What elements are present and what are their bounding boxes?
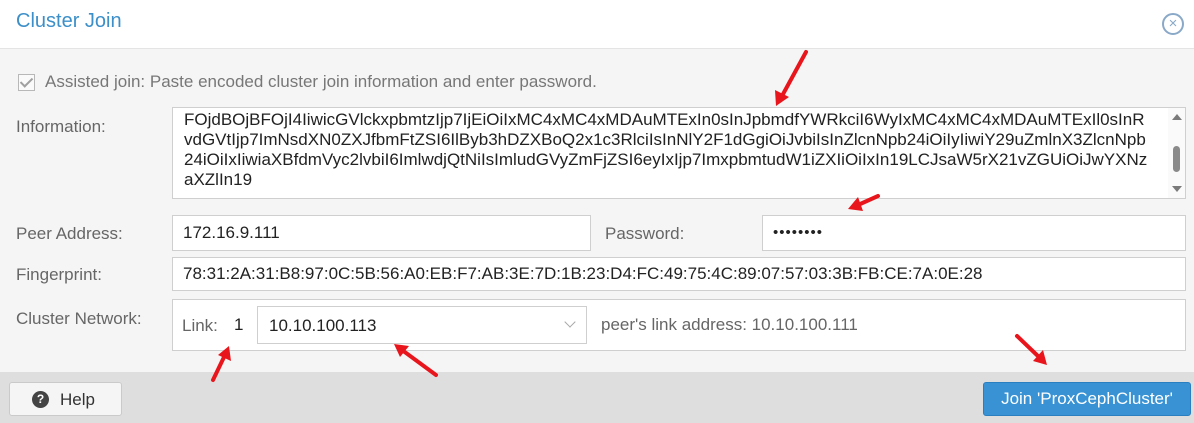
help-button-label: Help — [60, 390, 95, 409]
assisted-join-checkbox[interactable] — [18, 74, 35, 91]
information-textarea[interactable]: FOjdBOjBFOjI4IiwicGVlckxpbmtzIjp7IjEiOiI… — [172, 107, 1186, 199]
dialog-title: Cluster Join — [16, 10, 122, 32]
peer-address-label: Peer Address: — [16, 224, 123, 243]
peer-link-address: peer's link address: 10.10.100.111 — [601, 315, 858, 334]
cluster-network-label: Cluster Network: — [16, 309, 142, 328]
chevron-down-icon[interactable] — [564, 316, 576, 328]
link-address-value[interactable]: 10.10.100.113 — [269, 316, 376, 336]
information-label: Information: — [16, 117, 106, 136]
scroll-thumb[interactable] — [1173, 146, 1180, 172]
information-text[interactable]: FOjdBOjBFOjI4IiwicGVlckxpbmtzIjp7IjEiOiI… — [184, 110, 1149, 190]
link-label: Link: — [182, 316, 218, 335]
dialog-titlebar: Cluster Join × — [0, 0, 1194, 49]
join-cluster-button[interactable]: Join 'ProxCephCluster' — [983, 382, 1191, 416]
assisted-join-label: Assisted join: Paste encoded cluster joi… — [45, 72, 597, 91]
link-number: 1 — [234, 315, 244, 334]
close-icon[interactable]: × — [1162, 13, 1184, 35]
scroll-up-icon[interactable] — [1172, 114, 1182, 120]
peer-address-input[interactable]: 172.16.9.111 — [172, 215, 591, 251]
information-scrollbar[interactable] — [1168, 108, 1185, 198]
help-button[interactable]: ? Help — [9, 382, 122, 416]
password-label: Password: — [605, 224, 685, 243]
scroll-down-icon[interactable] — [1172, 186, 1182, 192]
link-address-select[interactable]: 10.10.100.113 — [257, 306, 587, 344]
help-icon: ? — [32, 391, 49, 408]
password-input[interactable]: •••••••• — [762, 215, 1186, 251]
fingerprint-label: Fingerprint: — [16, 265, 102, 284]
fingerprint-input[interactable]: 78:31:2A:31:B8:97:0C:5B:56:A0:EB:F7:AB:3… — [172, 257, 1186, 291]
